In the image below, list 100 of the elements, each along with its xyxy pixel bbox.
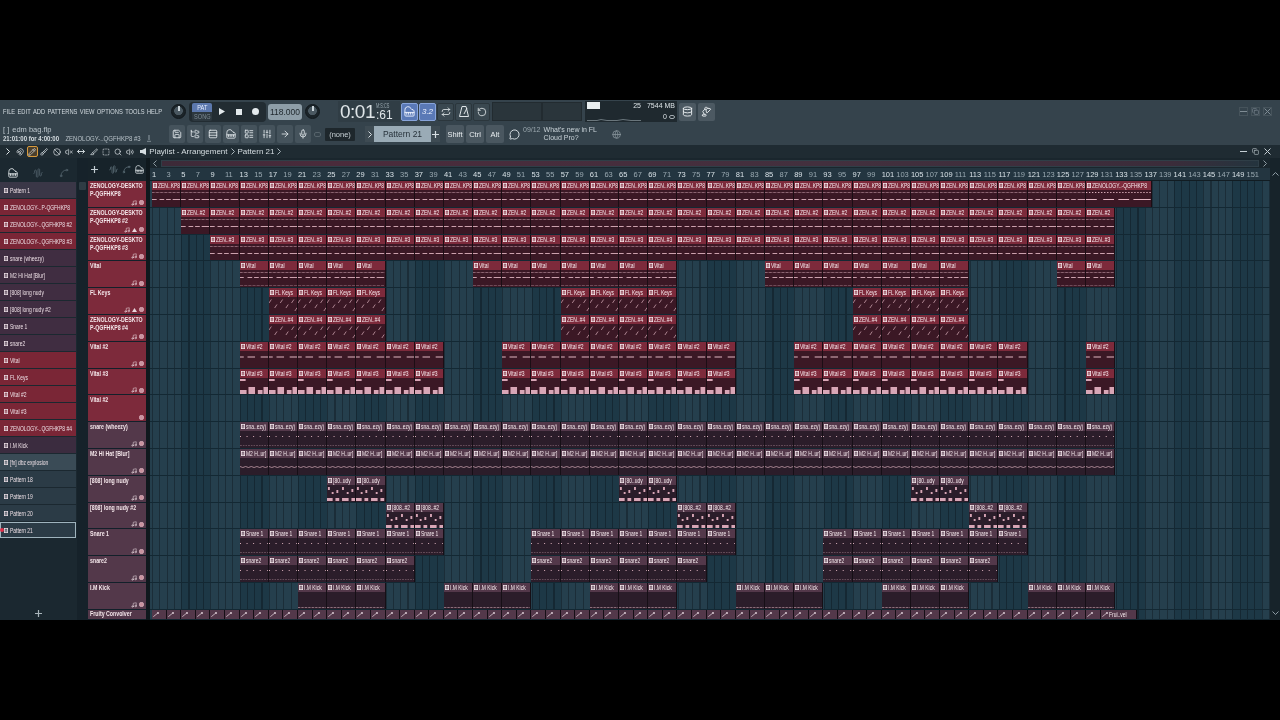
automation-clip[interactable] — [604, 609, 619, 619]
patterns-tab[interactable] — [5, 167, 20, 178]
automation-clip[interactable] — [677, 609, 692, 619]
automation-clip[interactable] — [356, 609, 371, 619]
automation-clip[interactable] — [764, 609, 780, 619]
automation-clip[interactable] — [473, 609, 488, 619]
paint-tool-button[interactable] — [38, 146, 50, 157]
automation-clip[interactable] — [998, 609, 1014, 619]
automation-clip[interactable] — [808, 609, 824, 619]
automation-clip[interactable] — [283, 609, 298, 619]
automation-clip[interactable] — [502, 609, 517, 619]
automation-clip[interactable] — [589, 609, 605, 619]
automation-clip[interactable] — [633, 609, 649, 619]
knob[interactable] — [171, 104, 186, 119]
automation-clip[interactable] — [327, 609, 342, 619]
arrow-button[interactable] — [277, 125, 293, 143]
automation-clip[interactable] — [1042, 609, 1057, 619]
automation-clip[interactable] — [152, 609, 167, 619]
automation-clip[interactable] — [1071, 609, 1086, 619]
record-audio-button[interactable] — [295, 125, 311, 143]
pattern-menu-button[interactable] — [365, 126, 374, 142]
scroll-right-button[interactable] — [1261, 159, 1269, 167]
zoom-tool-button[interactable] — [112, 146, 124, 157]
add-button[interactable] — [34, 608, 43, 618]
automation-clip[interactable] — [400, 609, 415, 619]
automation-clip[interactable] — [414, 609, 430, 619]
automation-clip[interactable] — [224, 609, 240, 619]
automation-clip[interactable] — [969, 609, 984, 619]
automation-clip[interactable] — [691, 609, 707, 619]
automation-clip[interactable] — [750, 609, 765, 619]
automation-clip[interactable] — [925, 609, 941, 619]
save-button[interactable] — [169, 125, 185, 143]
automation-clip[interactable] — [852, 609, 868, 619]
automation-clip[interactable] — [648, 609, 663, 619]
automation-clip[interactable] — [779, 609, 795, 619]
database-button[interactable] — [679, 102, 696, 121]
automation-clip[interactable] — [1086, 609, 1101, 619]
keyboard-toggle[interactable] — [401, 102, 418, 121]
knob[interactable] — [305, 104, 320, 119]
mixer-button[interactable] — [259, 125, 275, 143]
scroll-thumb[interactable] — [79, 182, 86, 190]
automation-clip[interactable] — [837, 609, 853, 619]
automation-clip[interactable] — [954, 609, 970, 619]
automation-clip[interactable] — [385, 609, 401, 619]
automation-clip[interactable] — [823, 609, 838, 619]
online-button[interactable] — [611, 129, 621, 139]
automation-clip[interactable] — [443, 609, 459, 619]
automation-clip[interactable] — [867, 609, 882, 619]
scroll-left-button[interactable] — [151, 159, 159, 167]
desk-lamp-button[interactable] — [698, 102, 715, 121]
automation-clip[interactable] — [487, 609, 503, 619]
automation-clip[interactable] — [735, 609, 751, 619]
automation-clip[interactable] — [166, 609, 182, 619]
automation-clip[interactable] — [297, 609, 313, 619]
automation-clip[interactable] — [254, 609, 269, 619]
automation-clip[interactable] — [983, 609, 999, 619]
automation-clip[interactable] — [195, 609, 211, 619]
select-tool-button[interactable] — [100, 146, 112, 157]
reset-toggle[interactable] — [473, 102, 490, 121]
slice-tool-button[interactable] — [88, 146, 100, 157]
pattern-selector[interactable]: Pattern 21 — [374, 126, 431, 142]
automation-clip[interactable] — [794, 609, 809, 619]
automation-clip[interactable] — [1013, 609, 1028, 619]
automation-clip[interactable] — [268, 609, 284, 619]
automation-clip[interactable] — [619, 609, 634, 619]
scroll-down-button[interactable] — [1271, 609, 1279, 617]
automation-clip[interactable] — [560, 609, 576, 619]
automation-clip[interactable] — [910, 609, 926, 619]
automation-clip[interactable] — [940, 609, 955, 619]
magnet-tool-button[interactable] — [14, 146, 26, 157]
automation-clip[interactable] — [429, 609, 444, 619]
automation-clip[interactable] — [341, 609, 357, 619]
restore-button[interactable] — [1251, 147, 1260, 156]
automation-clip[interactable] — [312, 609, 328, 619]
automation-clip[interactable] — [458, 609, 474, 619]
automation-clip[interactable] — [1027, 609, 1043, 619]
automation-clip[interactable] — [516, 609, 532, 619]
pattern-filter-button[interactable] — [134, 164, 144, 175]
automation-clip[interactable] — [370, 609, 386, 619]
playback-tool-button[interactable] — [124, 146, 136, 157]
draw-tool-button[interactable] — [26, 146, 38, 157]
song-overview-scrollbar[interactable] — [161, 159, 1259, 167]
tempo-display[interactable]: 118.000 — [268, 103, 302, 120]
add-track-button[interactable] — [90, 165, 99, 174]
automation-clip[interactable] — [181, 609, 196, 619]
add-pattern-button[interactable] — [431, 126, 440, 142]
countdown-toggle[interactable]: 3.2 — [419, 102, 436, 121]
loop-toggle[interactable] — [437, 102, 454, 121]
automation-clip[interactable] — [531, 609, 547, 619]
mute-tool-button[interactable] — [63, 146, 75, 157]
scroll-up-button[interactable] — [1271, 170, 1279, 178]
automation-clip[interactable] — [210, 609, 225, 619]
automation-clip[interactable] — [662, 609, 678, 619]
automation-clip[interactable] — [881, 609, 897, 619]
automation-clip[interactable] — [896, 609, 911, 619]
piano-roll-button[interactable] — [223, 125, 239, 143]
hint-button[interactable] — [508, 127, 520, 141]
automation-clip[interactable] — [575, 609, 590, 619]
delete-tool-button[interactable] — [51, 146, 63, 157]
automation-clip[interactable] — [239, 609, 255, 619]
